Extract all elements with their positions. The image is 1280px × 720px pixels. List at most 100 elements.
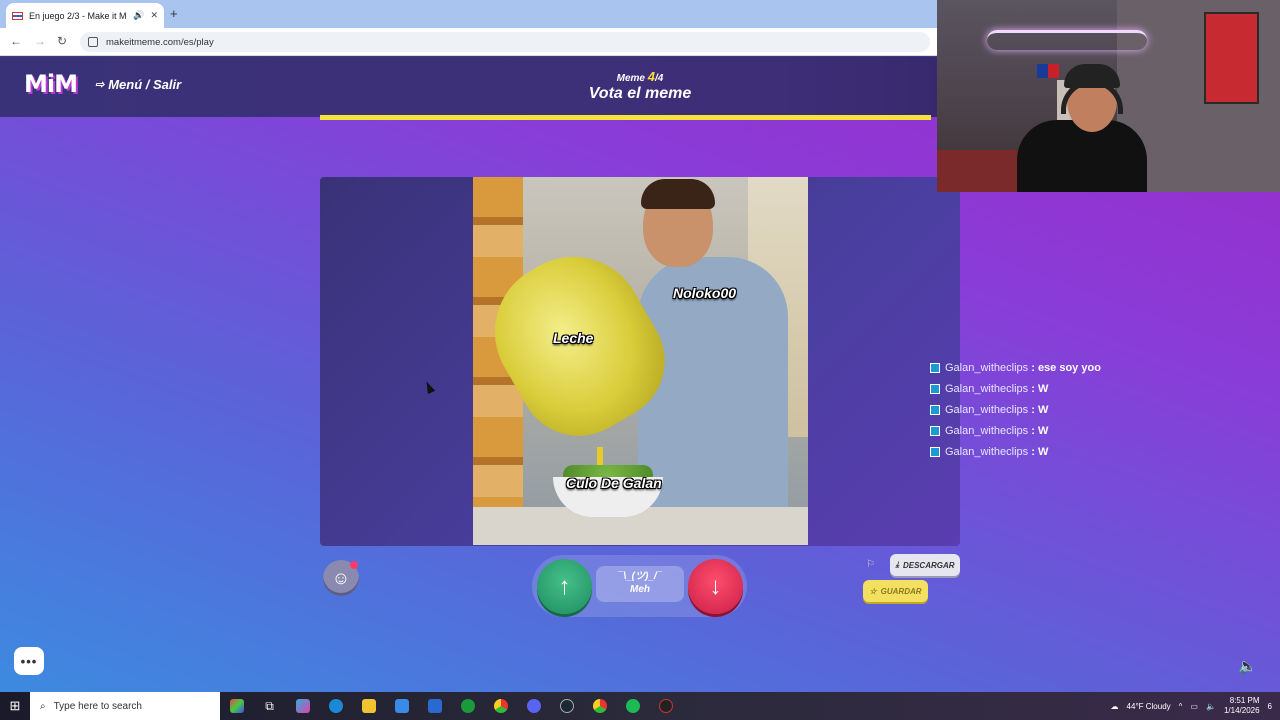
chat-text: W: [1037, 445, 1049, 458]
emoji-reaction-button[interactable]: ☺: [323, 560, 359, 596]
chrome-alt-icon[interactable]: [583, 692, 616, 720]
taskbar-search[interactable]: ⌕ Type here to search: [30, 692, 220, 720]
round-progress-fill: [320, 115, 931, 120]
search-icon: ⌕: [40, 700, 46, 712]
chat-separator: :: [1028, 445, 1038, 458]
chat-username: Galan_witheclips: [945, 445, 1029, 458]
round-total: /4: [655, 73, 664, 84]
chat-text: W: [1037, 403, 1049, 416]
stream-chat: Galan_witheclips : ese soy yoo Galan_wit…: [930, 357, 1101, 462]
chat-separator: :: [1028, 424, 1038, 437]
new-tab-button[interactable]: +: [170, 6, 178, 21]
smiley-icon: ☺: [331, 567, 351, 588]
task-view-icon[interactable]: ⧉: [253, 692, 286, 720]
wall-flag: [1037, 64, 1059, 78]
download-icon: ⤓: [895, 560, 899, 569]
chat-message: Galan_witheclips : ese soy yoo: [930, 357, 1101, 378]
steam-icon[interactable]: [550, 692, 583, 720]
round-current: 4: [647, 69, 656, 84]
start-button[interactable]: ⊞: [0, 692, 30, 720]
discord-icon[interactable]: [517, 692, 550, 720]
reload-icon[interactable]: ↻: [57, 34, 67, 48]
system-tray: ☁ 44°F Cloudy ^ ▭ 🔈 8:51 PM 1/14/2026 6: [1111, 692, 1280, 720]
network-icon[interactable]: ▭: [1190, 702, 1198, 711]
chat-username: Galan_witheclips: [945, 361, 1029, 374]
notification-dot: [350, 561, 358, 569]
chat-username: Galan_witheclips: [945, 403, 1029, 416]
chat-badge-icon: [930, 362, 940, 373]
tray-chevron-icon[interactable]: ^: [1179, 702, 1183, 711]
chat-username: Galan_witheclips: [945, 424, 1029, 437]
mim-logo[interactable]: MiM: [24, 70, 78, 98]
chat-bubble-icon: •••: [20, 653, 38, 669]
volume-icon[interactable]: 🔈: [1206, 702, 1216, 711]
taskbar-clock[interactable]: 8:51 PM 1/14/2026: [1224, 696, 1260, 716]
meme-caption: Noloko00: [673, 285, 737, 301]
meh-face: ¯\_(ツ)_/¯: [617, 571, 663, 582]
report-flag-icon[interactable]: ⚐: [866, 559, 875, 570]
speaker-icon[interactable]: 🔊: [133, 10, 144, 21]
obs-icon[interactable]: [649, 692, 682, 720]
url-text: makeitmeme.com/es/play: [106, 36, 214, 48]
download-label: DESCARGAR: [902, 560, 955, 570]
file-explorer-icon[interactable]: [352, 692, 385, 720]
edge-icon[interactable]: [319, 692, 352, 720]
meme-image: Noloko00 Leche Culo De Galan: [473, 177, 808, 545]
chat-open-button[interactable]: •••: [14, 647, 44, 675]
round-progress-bar: [320, 115, 931, 120]
clock-date: 1/14/2026: [1223, 706, 1260, 715]
arrow-down-icon: ↓: [709, 572, 722, 600]
vote-meh-button[interactable]: ¯\_(ツ)_/¯ Meh: [596, 566, 684, 602]
menu-exit-label: Menú / Salir: [108, 77, 182, 92]
weather-text[interactable]: 44°F Cloudy: [1127, 702, 1171, 711]
exit-icon: ⇨: [95, 79, 105, 91]
chat-message: Galan_witheclips : W: [930, 441, 1101, 462]
meme-man-hair: [641, 179, 715, 209]
chat-text: ese soy yoo: [1037, 361, 1101, 374]
mail-icon[interactable]: [418, 692, 451, 720]
weather-icon[interactable]: ☁: [1111, 702, 1119, 711]
chat-badge-icon: [930, 446, 940, 457]
meh-label: Meh: [630, 584, 650, 595]
streamer-body: [1017, 120, 1147, 192]
streamer-webcam: [937, 0, 1280, 192]
vote-down-button[interactable]: ↓: [688, 559, 743, 614]
notifications-count[interactable]: 6: [1268, 702, 1272, 711]
close-tab-icon[interactable]: ✕: [150, 10, 158, 21]
chat-separator: :: [1028, 361, 1038, 374]
chat-username: Galan_witheclips: [945, 382, 1029, 395]
browser-tab-strip: En juego 2/3 - Make it Meme 🔊 ✕ +: [0, 0, 937, 28]
windows-taskbar: ⊞ ⌕ Type here to search ⧉ ☁ 44°F Cloudy …: [0, 692, 1280, 720]
chat-message: Galan_witheclips : W: [930, 378, 1101, 399]
round-prefix: Meme: [616, 73, 645, 84]
site-favicon-icon: [12, 11, 23, 20]
meme-caption: Leche: [553, 330, 594, 346]
clock-time: 8:51 PM: [1229, 696, 1260, 705]
spotify-icon[interactable]: [616, 692, 649, 720]
round-indicator: Meme 4/4 Vota el meme: [560, 69, 720, 103]
download-button[interactable]: ⤓ DESCARGAR: [890, 554, 960, 576]
site-info-icon[interactable]: [88, 37, 98, 47]
back-arrow-icon[interactable]: ←: [10, 34, 22, 48]
wall-poster: [1204, 12, 1259, 104]
chat-badge-icon: [930, 404, 940, 415]
sound-toggle-icon[interactable]: 🔈: [1238, 657, 1257, 675]
vote-up-button[interactable]: ↑: [537, 559, 592, 614]
menu-exit-link[interactable]: ⇨ Menú / Salir: [95, 77, 181, 92]
tab-title: En juego 2/3 - Make it Meme: [29, 10, 127, 21]
chat-badge-icon: [930, 425, 940, 436]
star-icon: ☆: [869, 586, 877, 596]
chrome-icon[interactable]: [484, 692, 517, 720]
copilot-icon[interactable]: [286, 692, 319, 720]
url-field[interactable]: makeitmeme.com/es/play: [80, 32, 930, 52]
chat-message: Galan_witheclips : W: [930, 420, 1101, 441]
store-icon[interactable]: [385, 692, 418, 720]
forward-arrow-icon[interactable]: →: [34, 34, 46, 48]
xbox-icon[interactable]: [451, 692, 484, 720]
cube-app-icon[interactable]: [220, 692, 253, 720]
save-button[interactable]: ☆ GUARDAR: [863, 580, 928, 602]
arrow-up-icon: ↑: [558, 572, 571, 600]
round-title: Vota el meme: [588, 85, 692, 102]
browser-tab[interactable]: En juego 2/3 - Make it Meme 🔊 ✕: [6, 3, 164, 28]
chat-badge-icon: [930, 383, 940, 394]
